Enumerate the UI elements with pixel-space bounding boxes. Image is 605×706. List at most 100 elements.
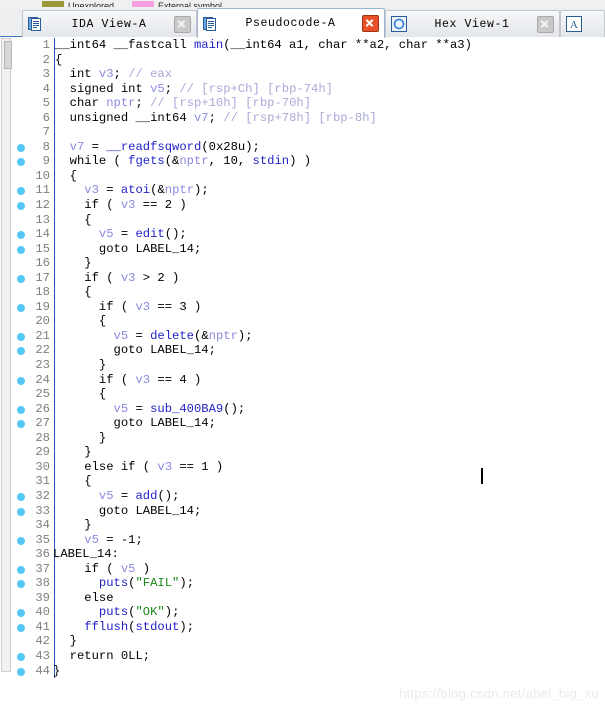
code-text: if ( v3 == 4 ) bbox=[55, 373, 201, 388]
code-token: { bbox=[55, 474, 92, 489]
code-token: { bbox=[55, 168, 77, 183]
code-text: int v3; // eax bbox=[55, 67, 172, 82]
line-number: 21 bbox=[35, 328, 50, 343]
address-marker-icon[interactable] bbox=[17, 405, 25, 414]
code-token: int bbox=[55, 67, 99, 82]
line-number: 7 bbox=[42, 125, 50, 140]
scrollbar-thumb[interactable] bbox=[4, 41, 12, 69]
code-text: { bbox=[55, 387, 106, 402]
code-token: "FAIL" bbox=[135, 576, 180, 591]
code-text: goto LABEL_14; bbox=[55, 242, 201, 257]
code-token: if ( bbox=[55, 372, 136, 387]
tab-hex-view-1[interactable]: Hex View-1 bbox=[385, 10, 560, 37]
code-token: ); bbox=[237, 328, 253, 343]
pseudocode-editor[interactable]: 1 __int64 __fastcall main(__int64 a1, cha… bbox=[12, 38, 605, 706]
address-marker-icon[interactable] bbox=[17, 143, 25, 152]
address-marker-icon[interactable] bbox=[17, 536, 25, 545]
code-text: { bbox=[55, 212, 92, 228]
line-number: 24 bbox=[35, 372, 50, 387]
tab-pseudocode-a[interactable]: Pseudocode-A bbox=[197, 8, 385, 38]
line-number: 20 bbox=[35, 314, 50, 329]
code-text: } bbox=[55, 634, 77, 649]
code-text: if ( v3 > 2 ) bbox=[55, 271, 179, 286]
code-token: else bbox=[55, 590, 114, 605]
tab-label: Hex View-1 bbox=[434, 17, 510, 31]
tab-structures[interactable]: A bbox=[560, 10, 605, 37]
address-marker-icon[interactable] bbox=[17, 507, 25, 516]
address-marker-icon[interactable] bbox=[17, 332, 25, 341]
code-token: } bbox=[55, 430, 107, 445]
code-token: { bbox=[55, 212, 92, 227]
code-text: if ( v3 == 2 ) bbox=[55, 198, 186, 213]
address-marker-icon[interactable] bbox=[17, 347, 25, 356]
code-text: { bbox=[55, 314, 106, 329]
hexview-icon bbox=[391, 16, 407, 32]
line-number: 2 bbox=[42, 52, 50, 67]
code-text: { bbox=[55, 53, 62, 68]
address-marker-icon[interactable] bbox=[17, 274, 25, 283]
address-marker-icon[interactable] bbox=[17, 565, 25, 574]
code-token: v5 bbox=[120, 561, 136, 576]
line-number: 35 bbox=[35, 532, 50, 547]
code-token: v7 bbox=[193, 110, 209, 125]
address-marker-icon[interactable] bbox=[17, 376, 25, 385]
code-token: (); bbox=[157, 488, 180, 503]
close-icon[interactable] bbox=[537, 15, 554, 33]
code-text: } bbox=[55, 445, 91, 460]
code-text: fflush(stdout); bbox=[55, 620, 194, 635]
code-token: __int64 __fastcall bbox=[55, 38, 194, 52]
gutter-divider bbox=[54, 125, 55, 140]
tab-ida-view-a[interactable]: IDA View-A bbox=[22, 10, 197, 37]
code-text: goto LABEL_14; bbox=[55, 343, 216, 358]
address-marker-icon[interactable] bbox=[17, 245, 25, 254]
code-token: ; bbox=[113, 67, 129, 82]
code-token: __readfsqword bbox=[106, 139, 202, 154]
address-marker-icon[interactable] bbox=[17, 187, 25, 196]
document-icon bbox=[203, 16, 216, 31]
code-text: } bbox=[55, 518, 91, 533]
address-marker-icon[interactable] bbox=[17, 492, 25, 501]
code-token: = bbox=[113, 488, 136, 503]
address-marker-icon[interactable] bbox=[17, 303, 25, 312]
address-marker-icon[interactable] bbox=[17, 158, 25, 167]
address-marker-icon[interactable] bbox=[17, 231, 25, 240]
code-text: __int64 __fastcall main(__int64 a1, char… bbox=[55, 38, 472, 53]
code-token: v3 bbox=[157, 459, 173, 474]
code-token: if ( bbox=[55, 270, 121, 285]
code-text: v5 = -1; bbox=[55, 533, 143, 548]
code-token: stdout bbox=[135, 619, 180, 634]
code-token: v5 bbox=[150, 81, 165, 96]
outer-left-scrollbar[interactable] bbox=[0, 38, 12, 706]
code-token: == 3 ) bbox=[150, 299, 202, 314]
address-marker-icon[interactable] bbox=[17, 580, 25, 589]
address-marker-icon[interactable] bbox=[17, 623, 25, 632]
code-token: (& bbox=[194, 328, 209, 343]
code-token: v5 bbox=[113, 401, 129, 416]
code-token: v3 bbox=[120, 198, 136, 213]
address-marker-icon[interactable] bbox=[17, 652, 25, 661]
code-token: { bbox=[55, 387, 107, 402]
code-token: (); bbox=[164, 227, 187, 242]
address-marker-icon[interactable] bbox=[17, 667, 25, 676]
line-number: 23 bbox=[35, 358, 50, 373]
address-marker-icon[interactable] bbox=[17, 202, 25, 211]
code-token: // [rsp+Ch] [rbp-74h] bbox=[179, 81, 333, 96]
code-token: ) ) bbox=[289, 154, 312, 169]
code-token: nptr bbox=[106, 96, 136, 111]
address-marker-icon[interactable] bbox=[17, 420, 25, 429]
code-token: // eax bbox=[128, 67, 173, 82]
close-icon[interactable] bbox=[362, 15, 379, 32]
close-icon[interactable] bbox=[174, 15, 191, 33]
line-number: 31 bbox=[35, 474, 50, 489]
code-token: , 10, bbox=[208, 154, 253, 169]
address-marker-icon[interactable] bbox=[17, 609, 25, 618]
line-number: 15 bbox=[35, 241, 50, 256]
code-text: goto LABEL_14; bbox=[55, 504, 201, 519]
line-number: 17 bbox=[35, 270, 50, 285]
line-number: 41 bbox=[35, 619, 50, 634]
code-token: goto LABEL_14; bbox=[55, 343, 216, 358]
scrollbar-track[interactable] bbox=[1, 38, 12, 672]
line-number: 12 bbox=[35, 198, 50, 213]
code-token: (); bbox=[223, 401, 246, 416]
